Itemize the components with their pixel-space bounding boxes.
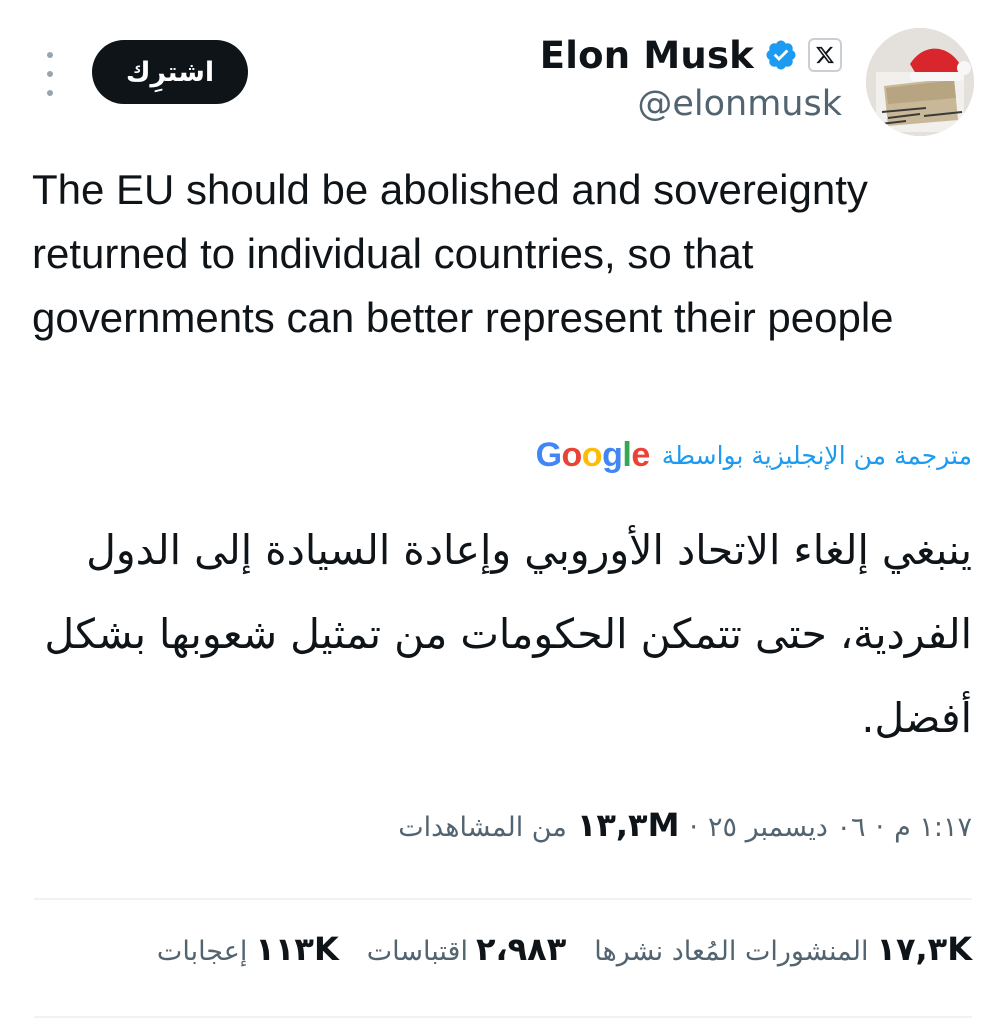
translated-text: ينبغي إلغاء الاتحاد الأوروبي وإعادة السي…: [44, 526, 972, 742]
quotes-count: ٢،٩٨٣: [475, 930, 567, 968]
engagement-stats: ١٧,٣K المنشورات المُعاد نشرها ٢،٩٨٣ اقتب…: [157, 930, 972, 968]
translated-by-label[interactable]: مترجمة من الإنجليزية بواسطة: [662, 441, 972, 470]
likes-label: إعجابات: [156, 936, 248, 967]
tweet-text: The EU should be abolished and sovereign…: [32, 166, 894, 341]
tweet-meta: ١:١٧ م · ٠٦ ديسمبر ٢٥ · ١٣,٣M من المشاهد…: [398, 806, 972, 844]
divider: [34, 1016, 972, 1018]
google-logo: Google: [535, 436, 651, 474]
verified-badge-icon[interactable]: [764, 38, 798, 72]
subscribe-button[interactable]: اشترِك: [92, 40, 248, 104]
quotes-label: اقتباسات: [366, 936, 468, 967]
more-vertical-icon[interactable]: [36, 52, 64, 96]
tweet-time[interactable]: ١:١٧ م: [894, 812, 972, 843]
dot: [47, 52, 53, 58]
dot: [47, 90, 53, 96]
divider: [34, 898, 972, 900]
avatar-image: [866, 28, 974, 136]
translation-notice[interactable]: Google مترجمة من الإنجليزية بواسطة: [536, 436, 972, 475]
separator: ·: [875, 812, 885, 843]
user-handle[interactable]: @elonmusk: [540, 84, 842, 124]
author-info[interactable]: Elon Musk @elonmusk: [540, 30, 842, 124]
reposts-label: المنشورات المُعاد نشرها: [594, 936, 869, 967]
separator: ·: [689, 812, 698, 843]
x-logo-icon[interactable]: [808, 38, 842, 72]
tweet-detail: اشترِك Elon Musk @elonmusk The EU should…: [0, 0, 1006, 1024]
likes-stat[interactable]: ١١٣K إعجابات: [157, 930, 339, 968]
display-name[interactable]: Elon Musk: [540, 34, 754, 77]
avatar[interactable]: [866, 28, 974, 136]
views-label: من المشاهدات: [398, 812, 567, 843]
dot: [47, 71, 53, 77]
tweet-date[interactable]: ٠٦ ديسمبر ٢٥: [708, 812, 865, 843]
views-count: ١٣,٣M: [576, 806, 680, 844]
reposts-count: ١٧,٣K: [876, 930, 972, 968]
quotes-stat[interactable]: ٢،٩٨٣ اقتباسات: [367, 930, 566, 968]
reposts-stat[interactable]: ١٧,٣K المنشورات المُعاد نشرها: [594, 930, 972, 968]
likes-count: ١١٣K: [255, 930, 339, 968]
name-row: Elon Musk: [540, 30, 842, 80]
